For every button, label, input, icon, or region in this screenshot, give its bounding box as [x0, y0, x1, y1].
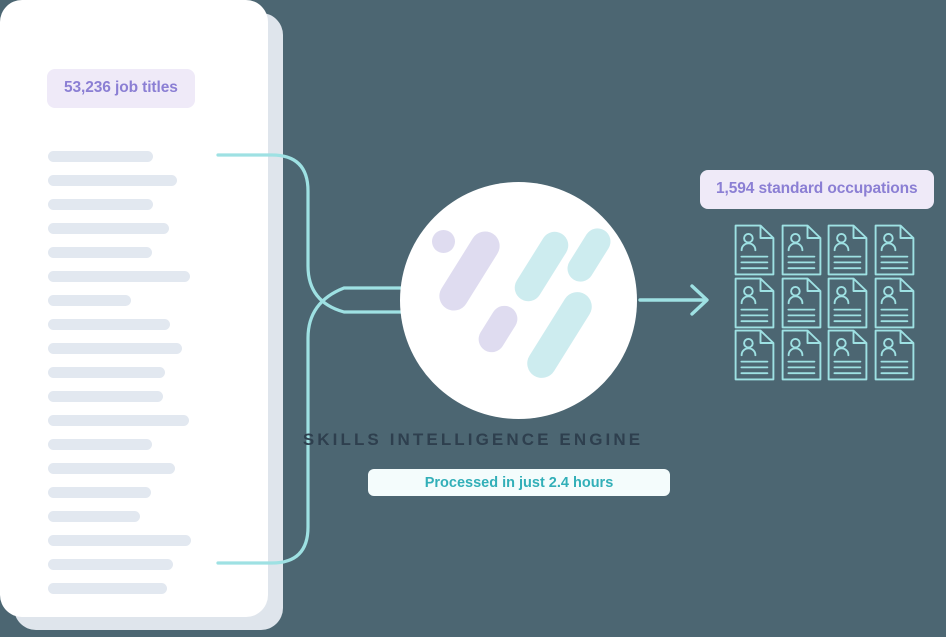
job-title-placeholder-bar — [48, 535, 191, 546]
person-document-icon — [827, 329, 868, 381]
person-document-icon — [874, 224, 915, 276]
person-document-icon — [827, 277, 868, 329]
job-title-placeholder-bar — [48, 199, 153, 210]
job-title-placeholder-bar — [48, 223, 169, 234]
person-document-icon — [781, 224, 822, 276]
job-title-placeholder-bar — [48, 343, 182, 354]
engine-logo-mark — [400, 182, 637, 419]
person-document-icon — [734, 224, 775, 276]
logo-small-dot — [432, 230, 455, 253]
logo-capsule-mid-2 — [562, 223, 616, 287]
job-title-placeholder-bar — [48, 151, 153, 162]
person-document-icon — [734, 277, 775, 329]
logo-capsule-mid-1 — [509, 226, 574, 307]
job-title-placeholder-bar — [48, 271, 190, 282]
standard-occupations-badge: 1,594 standard occupations — [700, 170, 934, 209]
processing-time-badge: Processed in just 2.4 hours — [368, 469, 670, 496]
job-title-placeholder-bar — [48, 415, 189, 426]
person-document-icon — [874, 329, 915, 381]
arrow-right-icon — [690, 284, 709, 316]
job-title-placeholder-bar — [48, 175, 177, 186]
diagram-canvas: 53,236 job titles SKILLS INTELLIGENCE EN… — [0, 0, 946, 637]
logo-capsule-large-2 — [521, 286, 598, 384]
engine-title: SKILLS INTELLIGENCE ENGINE — [302, 430, 644, 449]
occupation-document-grid — [734, 224, 924, 384]
job-title-placeholder-bar — [48, 487, 151, 498]
job-title-placeholder-bar — [48, 367, 165, 378]
job-title-placeholder-bar — [48, 583, 167, 594]
person-document-icon — [781, 277, 822, 329]
logo-capsule-small-1 — [473, 300, 523, 358]
person-document-icon — [734, 329, 775, 381]
person-document-icon — [781, 329, 822, 381]
job-title-placeholder-bar — [48, 247, 152, 258]
job-title-placeholder-bar — [48, 391, 163, 402]
person-document-icon — [874, 277, 915, 329]
job-title-placeholder-bar — [48, 559, 173, 570]
job-title-placeholder-bar — [48, 319, 170, 330]
person-document-icon — [827, 224, 868, 276]
job-title-placeholder-bar — [48, 463, 175, 474]
job-title-placeholder-bar — [48, 511, 140, 522]
job-title-placeholder-bar — [48, 295, 131, 306]
job-titles-badge: 53,236 job titles — [47, 69, 195, 108]
